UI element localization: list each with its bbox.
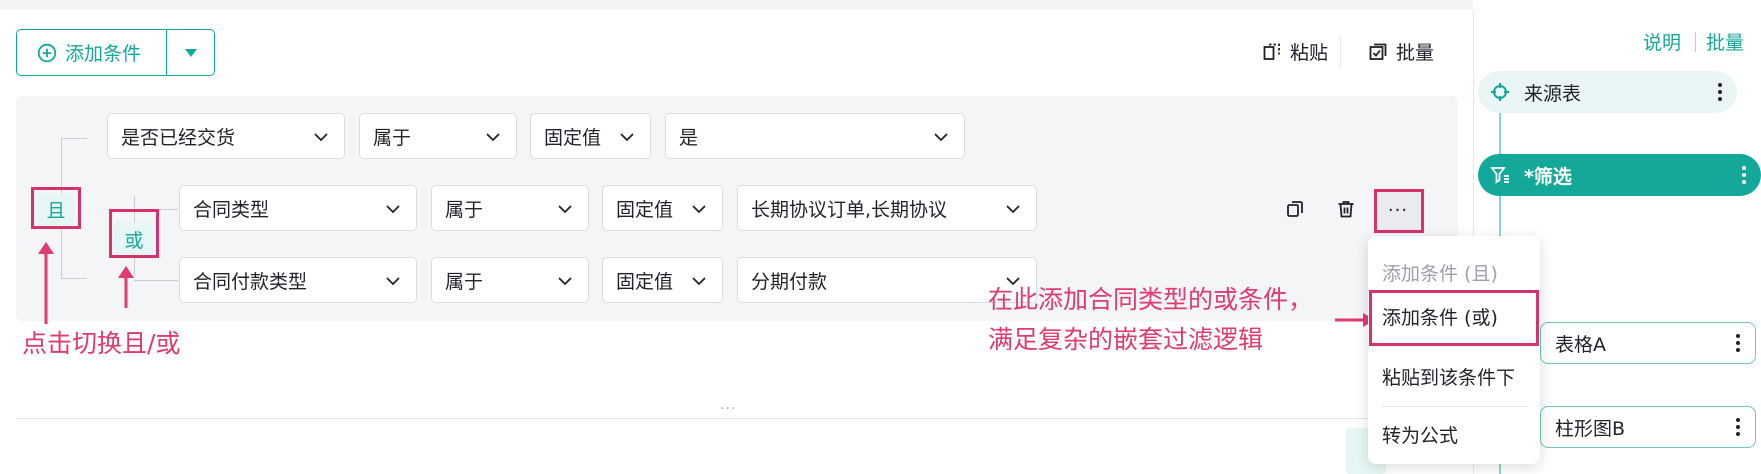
- kebab-icon[interactable]: [1717, 71, 1723, 113]
- toggle-hint-annotation: 点击切换且/或: [22, 329, 181, 358]
- chevron-down-icon: [314, 133, 328, 142]
- chevron-down-icon: [386, 205, 400, 214]
- flow-node-chart-b[interactable]: 柱形图B: [1540, 406, 1756, 448]
- paste-icon: [1263, 43, 1280, 60]
- add-condition-split-button: 添加条件: [16, 29, 215, 76]
- menu-item-add-and-label: 添加条件 (且): [1382, 262, 1498, 285]
- flow-node-filter-label: *筛选: [1524, 165, 1572, 188]
- menu-item-to-formula-label: 转为公式: [1382, 424, 1459, 447]
- explain-link[interactable]: 说明: [1643, 28, 1681, 55]
- menu-item-add-and: 添加条件 (且): [1368, 250, 1540, 294]
- row3-field-value: 合同付款类型: [193, 270, 308, 293]
- row3-field-select[interactable]: 合同付款类型: [179, 257, 417, 303]
- flow-node-source[interactable]: 来源表: [1478, 71, 1737, 113]
- row2-field-select[interactable]: 合同类型: [179, 185, 417, 231]
- row1-operator-select[interactable]: 属于: [359, 113, 517, 159]
- copy-icon: [1287, 201, 1303, 217]
- row2-value-select[interactable]: 长期协议订单,长期协议: [737, 185, 1037, 231]
- row2-operator-select[interactable]: 属于: [431, 185, 589, 231]
- chevron-down-icon: [558, 277, 572, 286]
- row1-operator-value: 属于: [373, 126, 412, 149]
- row1-value-type-select[interactable]: 固定值: [530, 113, 651, 159]
- add-condition-label: 添加条件: [65, 43, 142, 65]
- chevron-down-icon: [934, 133, 948, 142]
- right-panel-link-separator: [1695, 32, 1696, 52]
- chevron-down-icon: [692, 205, 706, 214]
- row3-value-type-select[interactable]: 固定值: [602, 257, 723, 303]
- plus-circle-icon: [37, 43, 57, 62]
- crosshair-icon: [1491, 83, 1509, 101]
- toolbar-separator: [1340, 37, 1341, 67]
- filter-icon: [1490, 167, 1509, 184]
- menu-divider: [1382, 406, 1528, 407]
- row2-value: 长期协议订单,长期协议: [751, 198, 948, 221]
- chevron-down-icon: [620, 133, 634, 142]
- trash-icon: [1338, 201, 1354, 218]
- caret-down-icon: [184, 48, 197, 57]
- row1-field-value: 是否已经交货: [121, 126, 236, 149]
- add-condition-dropdown-toggle[interactable]: [166, 30, 214, 75]
- chevron-down-icon: [386, 277, 400, 286]
- more-actions-highlight: [1374, 189, 1424, 233]
- row1-value: 是: [679, 126, 699, 149]
- row1-field-select[interactable]: 是否已经交货: [107, 113, 345, 159]
- nested-hint-annotation-line1: 在此添加合同类型的或条件，: [988, 285, 1314, 314]
- flow-node-table-a-label: 表格A: [1555, 333, 1606, 356]
- row1-value-select[interactable]: 是: [665, 113, 965, 159]
- batch-button[interactable]: 批量: [1368, 38, 1434, 65]
- flow-node-source-label: 来源表: [1524, 82, 1582, 105]
- row3-value-type-value: 固定值: [616, 270, 674, 293]
- kebab-icon[interactable]: [1735, 407, 1741, 447]
- and-toggle-highlight: [31, 187, 81, 229]
- menu-item-to-formula[interactable]: 转为公式: [1368, 412, 1540, 456]
- nested-hint-annotation-line2: 满足复杂的嵌套过滤逻辑: [988, 325, 1264, 354]
- chevron-down-icon: [486, 133, 500, 142]
- chevron-down-icon: [558, 205, 572, 214]
- chevron-down-icon: [692, 277, 706, 286]
- row3-operator-value: 属于: [445, 270, 484, 293]
- row2-value-type-value: 固定值: [616, 198, 674, 221]
- menu-item-paste-below[interactable]: 粘贴到该条件下: [1368, 354, 1540, 398]
- and-bracket-tick-top: [61, 138, 87, 139]
- flow-node-filter[interactable]: *筛选: [1478, 154, 1761, 196]
- row1-value-type-value: 固定值: [544, 126, 602, 149]
- copy-condition-button[interactable]: [1280, 196, 1310, 222]
- add-condition-button[interactable]: 添加条件: [17, 30, 166, 75]
- flow-node-chart-b-label: 柱形图B: [1555, 417, 1626, 440]
- delete-condition-button[interactable]: [1331, 196, 1361, 222]
- menu-item-paste-below-label: 粘贴到该条件下: [1382, 366, 1516, 389]
- top-strip: [0, 0, 1473, 10]
- batch-check-icon: [1369, 43, 1387, 60]
- chevron-down-icon: [1006, 205, 1020, 214]
- row2-operator-value: 属于: [445, 198, 484, 221]
- row2-value-type-select[interactable]: 固定值: [602, 185, 723, 231]
- row2-field-value: 合同类型: [193, 198, 270, 221]
- row3-value: 分期付款: [751, 270, 828, 293]
- more-actions-menu: 添加条件 (且) 添加条件 (或) 粘贴到该条件下 转为公式: [1368, 236, 1540, 464]
- paste-label: 粘贴: [1290, 42, 1329, 64]
- right-panel-batch-link[interactable]: 批量: [1706, 28, 1744, 55]
- bottom-divider: [16, 418, 1458, 419]
- kebab-icon[interactable]: [1741, 154, 1747, 196]
- paste-button[interactable]: 粘贴: [1262, 38, 1328, 65]
- add-or-highlight: [1369, 290, 1539, 346]
- batch-label: 批量: [1396, 42, 1435, 64]
- resize-handle[interactable]: ...: [720, 397, 736, 413]
- kebab-icon[interactable]: [1735, 323, 1741, 363]
- row3-operator-select[interactable]: 属于: [431, 257, 589, 303]
- annotation-arrows: [38, 242, 134, 324]
- flow-node-table-a[interactable]: 表格A: [1540, 322, 1756, 364]
